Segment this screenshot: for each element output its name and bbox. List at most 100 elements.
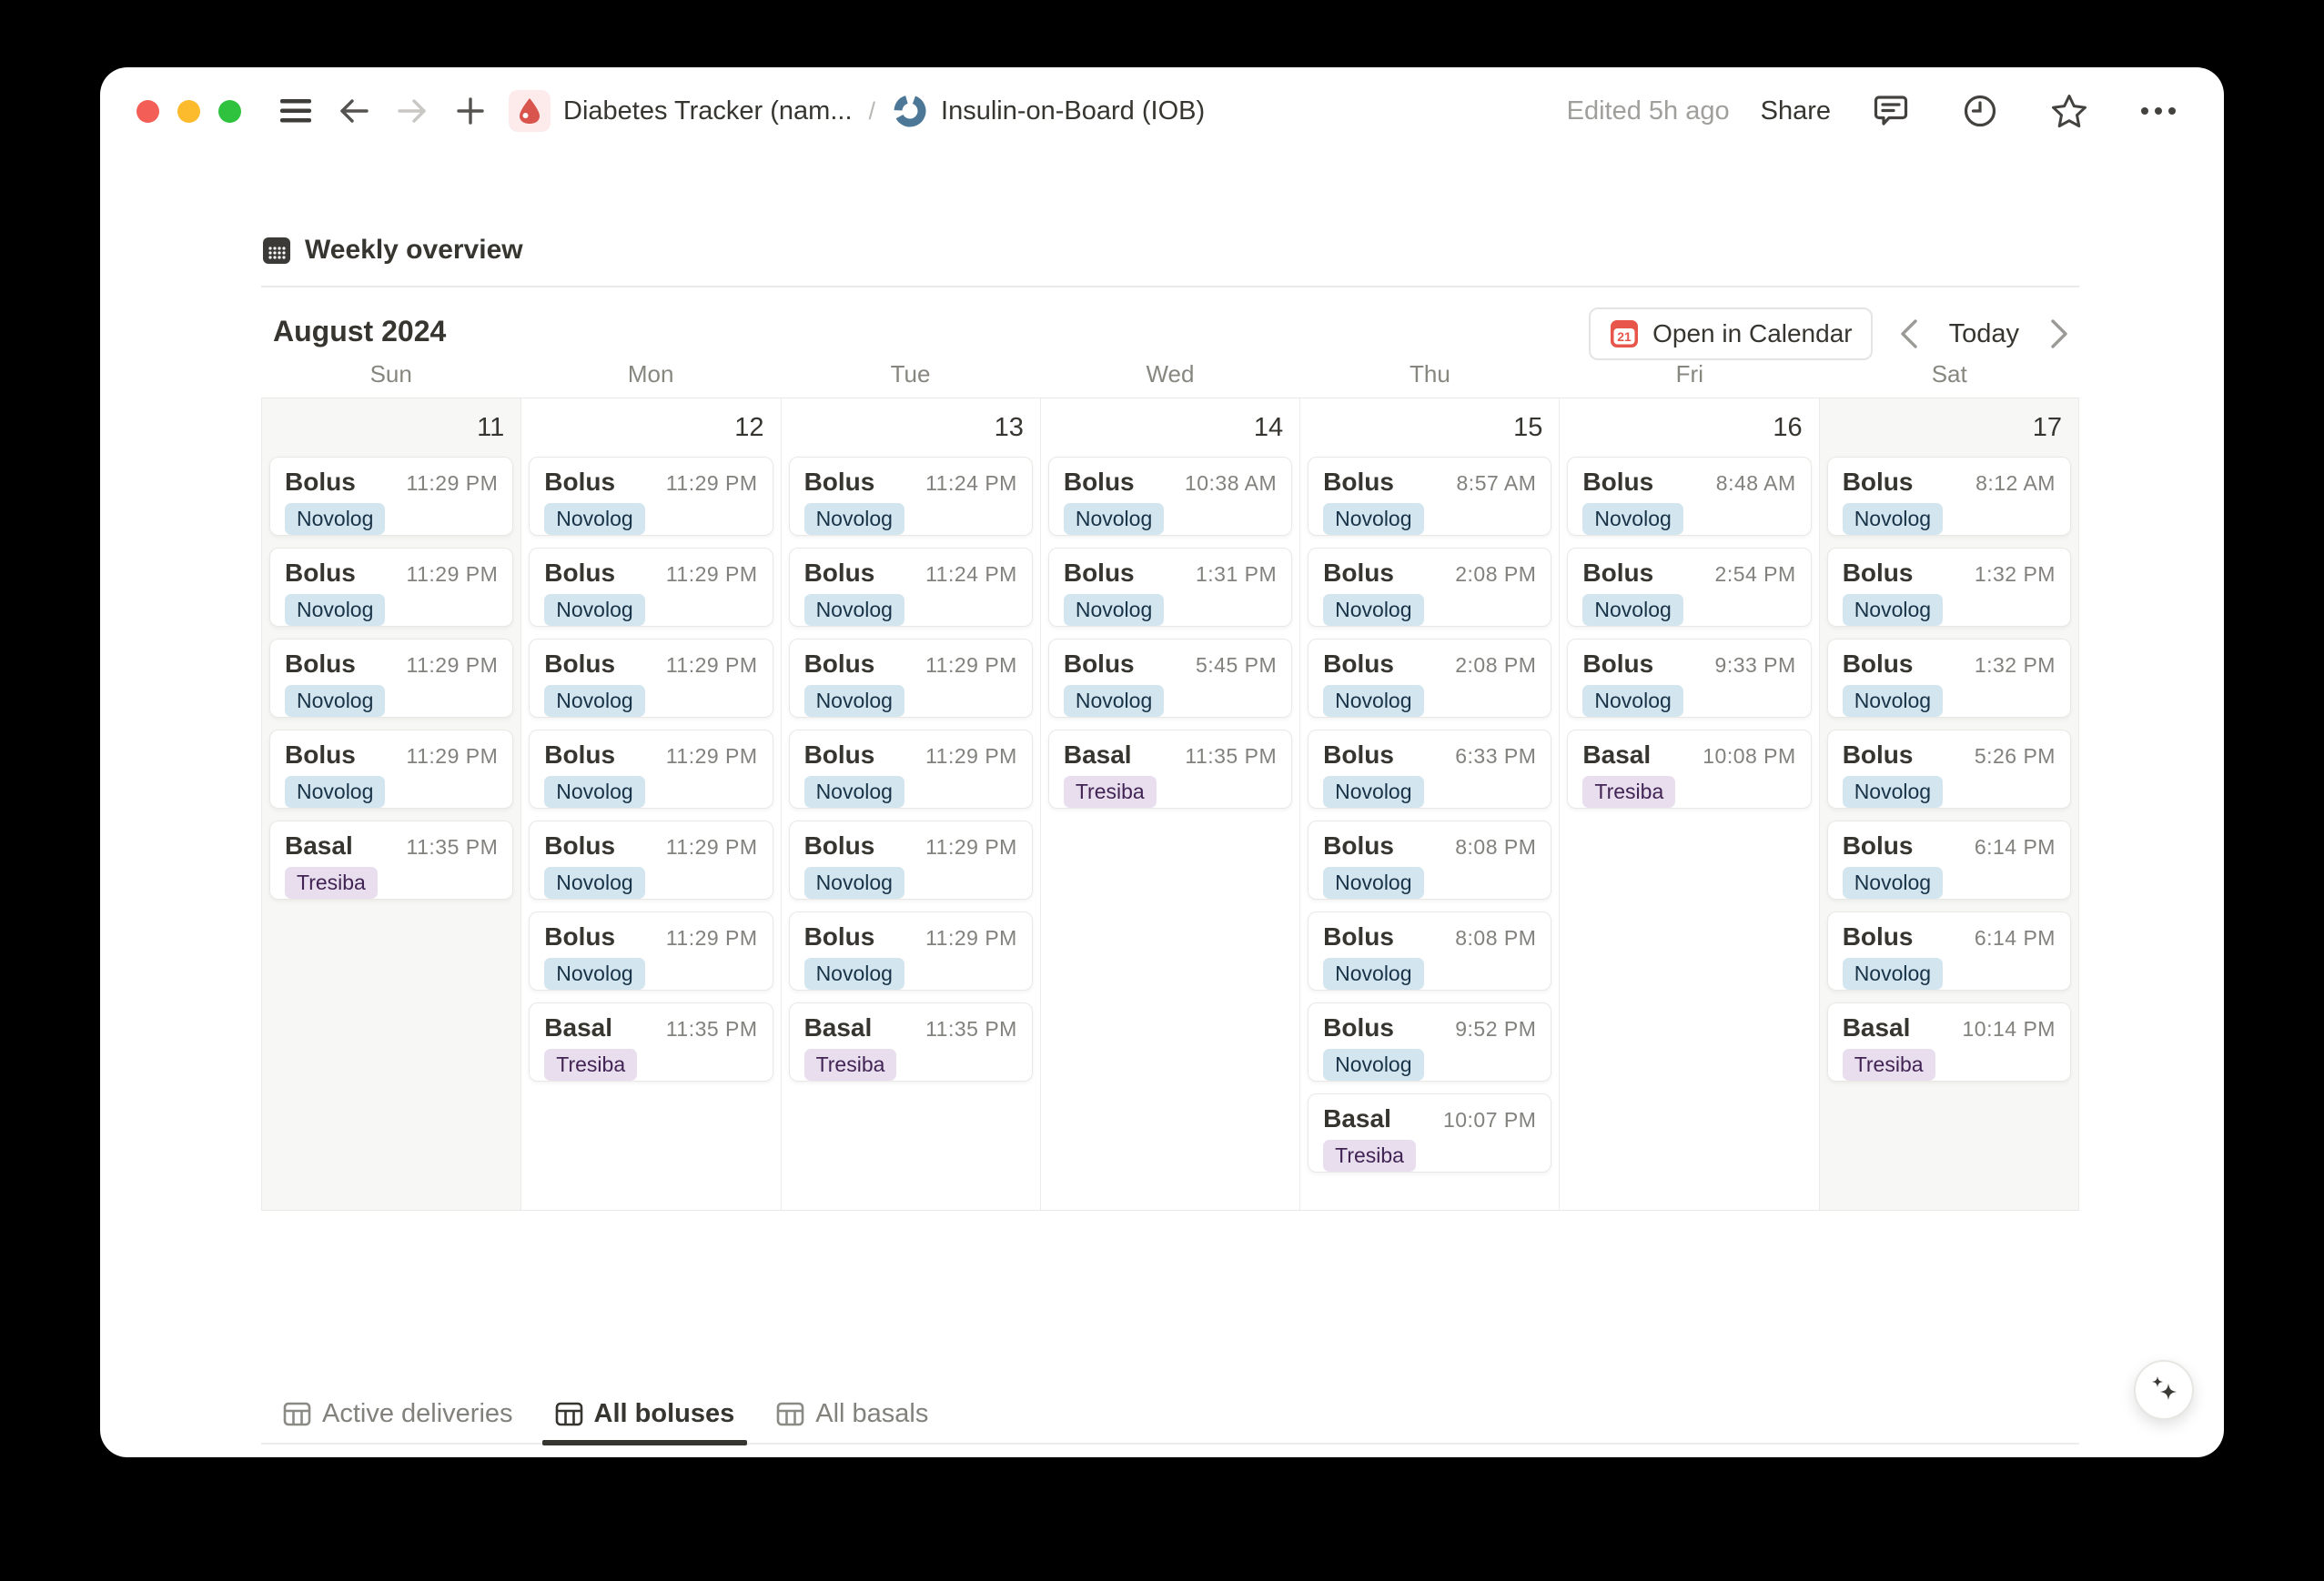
- more-options-icon[interactable]: [2135, 87, 2182, 135]
- event-card[interactable]: Bolus 5:45 PM Novolog: [1047, 639, 1293, 718]
- event-card[interactable]: Bolus 11:29 PM Novolog: [269, 457, 514, 536]
- share-button[interactable]: Share: [1761, 96, 1831, 126]
- event-card[interactable]: Bolus 9:33 PM Novolog: [1567, 639, 1812, 718]
- event-card[interactable]: Bolus 6:14 PM Novolog: [1826, 911, 2071, 991]
- event-card[interactable]: Basal 11:35 PM Tresiba: [529, 1002, 773, 1082]
- event-card[interactable]: Bolus 11:29 PM Novolog: [788, 911, 1033, 991]
- event-tag: Novolog: [1842, 958, 1944, 990]
- event-card[interactable]: Bolus 2:54 PM Novolog: [1567, 548, 1812, 627]
- previous-week-chevron-icon[interactable]: [1889, 314, 1929, 354]
- event-card[interactable]: Bolus 11:29 PM Novolog: [269, 548, 514, 627]
- event-time: 6:33 PM: [1455, 744, 1537, 768]
- event-tag: Tresiba: [1323, 1140, 1416, 1172]
- event-card[interactable]: Bolus 2:08 PM Novolog: [1308, 639, 1552, 718]
- event-card[interactable]: Bolus 11:24 PM Novolog: [788, 548, 1033, 627]
- comments-icon[interactable]: [1867, 87, 1915, 135]
- event-title-row: Bolus 11:29 PM: [285, 650, 498, 679]
- forward-arrow-icon[interactable]: [389, 87, 436, 135]
- event-card[interactable]: Bolus 1:32 PM Novolog: [1826, 548, 2071, 627]
- tab-active-deliveries[interactable]: Active deliveries: [270, 1384, 526, 1444]
- breadcrumb-page[interactable]: Insulin-on-Board (IOB): [941, 96, 1205, 126]
- event-card[interactable]: Bolus 11:29 PM Novolog: [529, 639, 773, 718]
- back-arrow-icon[interactable]: [330, 87, 378, 135]
- event-card[interactable]: Bolus 2:08 PM Novolog: [1308, 548, 1552, 627]
- event-card[interactable]: Basal 11:35 PM Tresiba: [269, 821, 514, 900]
- event-time: 1:31 PM: [1195, 562, 1278, 586]
- month-title: August 2024: [273, 315, 447, 347]
- event-card[interactable]: Bolus 11:29 PM Novolog: [529, 911, 773, 991]
- event-title: Basal: [803, 1013, 873, 1042]
- table-icon: [555, 1402, 582, 1425]
- next-week-chevron-icon[interactable]: [2039, 314, 2079, 354]
- event-card[interactable]: Bolus 1:32 PM Novolog: [1826, 639, 2071, 718]
- event-card[interactable]: Bolus 11:29 PM Novolog: [788, 639, 1033, 718]
- event-title-row: Bolus 1:31 PM: [1064, 559, 1277, 588]
- event-card[interactable]: Bolus 11:29 PM Novolog: [529, 457, 773, 536]
- history-clock-icon[interactable]: [1956, 87, 2004, 135]
- zoom-window-button[interactable]: [218, 99, 241, 123]
- event-title: Bolus: [1842, 740, 1914, 769]
- event-time: 6:14 PM: [1974, 835, 2056, 859]
- event-tag: Tresiba: [1582, 776, 1676, 808]
- event-tag: Novolog: [1582, 594, 1683, 626]
- event-title: Bolus: [1842, 922, 1914, 951]
- event-time: 11:35 PM: [1185, 744, 1278, 768]
- event-card[interactable]: Bolus 11:24 PM Novolog: [788, 457, 1033, 536]
- event-title: Bolus: [1842, 831, 1914, 860]
- event-card[interactable]: Basal 11:35 PM Tresiba: [1047, 730, 1293, 809]
- favorite-star-icon[interactable]: [2046, 87, 2093, 135]
- sidebar-menu-icon[interactable]: [272, 87, 319, 135]
- event-card[interactable]: Bolus 5:26 PM Novolog: [1826, 730, 2071, 809]
- event-card[interactable]: Bolus 8:08 PM Novolog: [1308, 821, 1552, 900]
- ai-assistant-button[interactable]: [2134, 1360, 2194, 1420]
- close-window-button[interactable]: [136, 99, 159, 123]
- event-tag: Novolog: [1323, 776, 1424, 808]
- event-card[interactable]: Bolus 8:12 AM Novolog: [1826, 457, 2071, 536]
- event-card[interactable]: Bolus 11:29 PM Novolog: [269, 730, 514, 809]
- view-tabs: Active deliveries All boluses All basals: [261, 1385, 2079, 1445]
- event-time: 11:29 PM: [665, 835, 758, 859]
- edited-timestamp: Edited 5h ago: [1566, 96, 1730, 126]
- event-time: 8:57 AM: [1456, 471, 1537, 495]
- event-card[interactable]: Basal 10:08 PM Tresiba: [1567, 730, 1812, 809]
- event-card[interactable]: Bolus 6:33 PM Novolog: [1308, 730, 1552, 809]
- minimize-window-button[interactable]: [177, 99, 200, 123]
- event-card[interactable]: Bolus 10:38 AM Novolog: [1047, 457, 1293, 536]
- event-card[interactable]: Bolus 9:52 PM Novolog: [1308, 1002, 1552, 1082]
- event-tag: Novolog: [544, 503, 645, 535]
- event-card[interactable]: Bolus 8:08 PM Novolog: [1308, 911, 1552, 991]
- event-card[interactable]: Bolus 8:57 AM Novolog: [1308, 457, 1552, 536]
- event-title-row: Bolus 11:29 PM: [285, 468, 498, 497]
- open-in-calendar-label: Open in Calendar: [1652, 319, 1853, 347]
- breadcrumb-root[interactable]: Diabetes Tracker (nam...: [563, 96, 853, 126]
- tab-all-boluses[interactable]: All boluses: [541, 1384, 748, 1445]
- event-title-row: Bolus 2:08 PM: [1323, 650, 1536, 679]
- event-card[interactable]: Bolus 11:29 PM Novolog: [788, 821, 1033, 900]
- event-time: 11:29 PM: [406, 653, 499, 677]
- event-time: 9:33 PM: [1714, 653, 1796, 677]
- event-title-row: Bolus 6:14 PM: [1843, 922, 2056, 952]
- breadcrumb: Diabetes Tracker (nam... / Insulin-on-Bo…: [509, 90, 1205, 132]
- event-card[interactable]: Bolus 11:29 PM Novolog: [269, 639, 514, 718]
- event-card[interactable]: Basal 10:14 PM Tresiba: [1826, 1002, 2071, 1082]
- event-time: 11:29 PM: [925, 653, 1017, 677]
- event-card[interactable]: Bolus 11:29 PM Novolog: [529, 548, 773, 627]
- new-page-icon[interactable]: [447, 87, 494, 135]
- event-time: 11:24 PM: [925, 562, 1017, 586]
- event-card[interactable]: Bolus 11:29 PM Novolog: [788, 730, 1033, 809]
- today-button[interactable]: Today: [1945, 319, 2023, 349]
- event-card[interactable]: Bolus 11:29 PM Novolog: [529, 821, 773, 900]
- view-title[interactable]: Weekly overview: [305, 235, 523, 266]
- event-card[interactable]: Bolus 11:29 PM Novolog: [529, 730, 773, 809]
- event-title: Bolus: [1842, 650, 1914, 678]
- event-card[interactable]: Bolus 8:48 AM Novolog: [1567, 457, 1812, 536]
- event-card[interactable]: Basal 11:35 PM Tresiba: [788, 1002, 1033, 1082]
- event-title-row: Bolus 11:24 PM: [804, 468, 1017, 497]
- event-card[interactable]: Basal 10:07 PM Tresiba: [1308, 1093, 1552, 1173]
- event-tag: Novolog: [544, 776, 645, 808]
- tab-all-basals[interactable]: All basals: [763, 1384, 941, 1444]
- calendar-grid: 11 Bolus 11:29 PM Novolog Bolus 11:29 PM Novol…: [261, 398, 2079, 1211]
- event-card[interactable]: Bolus 6:14 PM Novolog: [1826, 821, 2071, 900]
- event-time: 11:29 PM: [406, 471, 499, 495]
- event-card[interactable]: Bolus 1:31 PM Novolog: [1047, 548, 1293, 627]
